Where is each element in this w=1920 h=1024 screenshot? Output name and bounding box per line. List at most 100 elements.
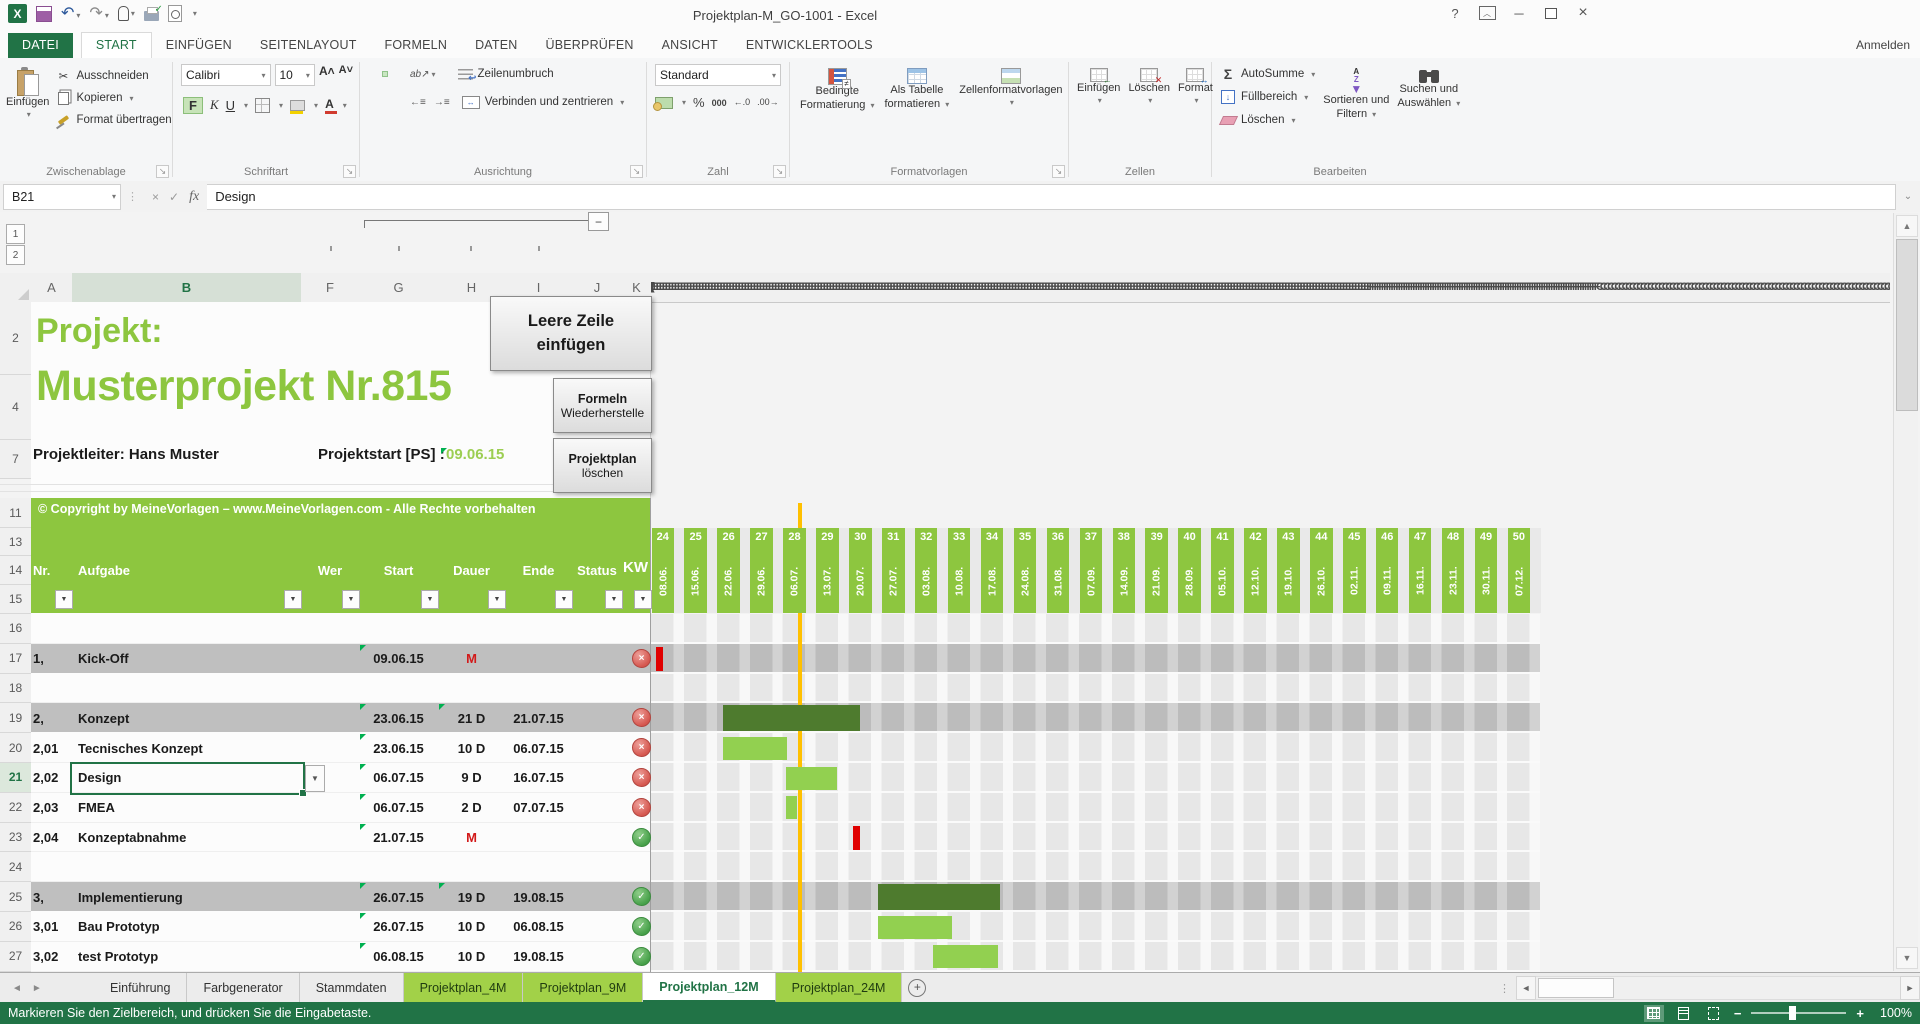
row-header-26[interactable]: 26 bbox=[0, 912, 32, 942]
cell-dauer[interactable]: 19 D bbox=[438, 882, 505, 912]
clear-button[interactable]: Löschen▾ bbox=[1220, 110, 1315, 130]
clear-plan-button[interactable]: Projektplan löschen bbox=[553, 438, 652, 493]
task-row-18[interactable] bbox=[31, 674, 651, 704]
column-header-A[interactable]: A bbox=[31, 273, 73, 303]
redo-button[interactable]: ↷▾ bbox=[89, 5, 108, 23]
cell-start[interactable]: 06.07.15 bbox=[359, 763, 438, 793]
cell-dauer[interactable]: 9 D bbox=[438, 763, 505, 793]
horizontal-scrollbar[interactable]: ◄ ► bbox=[1516, 973, 1920, 1003]
grow-font-button[interactable]: A˄ bbox=[319, 64, 335, 86]
ribbon-display-options-button[interactable]: ︿ bbox=[1475, 3, 1499, 23]
cell-nr[interactable]: 2, bbox=[33, 703, 73, 733]
minimize-button[interactable]: ─ bbox=[1507, 3, 1531, 23]
cell-ende[interactable]: 21.07.15 bbox=[505, 703, 572, 733]
sign-in-link[interactable]: Anmelden bbox=[1856, 38, 1910, 52]
merge-center-button[interactable]: ↔Verbinden und zentrieren▾ bbox=[462, 92, 625, 112]
cell-aufgabe[interactable]: FMEA bbox=[78, 793, 293, 823]
percent-style-button[interactable]: % bbox=[693, 95, 705, 110]
font-color-icon[interactable]: A bbox=[325, 97, 334, 114]
zoom-slider[interactable] bbox=[1751, 1012, 1846, 1014]
increase-decimal-button[interactable]: ←.0 bbox=[734, 98, 751, 107]
row-header-23[interactable]: 23 bbox=[0, 823, 32, 853]
cell-nr[interactable]: 2,01 bbox=[33, 733, 73, 763]
row-header-21[interactable]: 21 bbox=[0, 763, 33, 793]
cell-ende[interactable]: 06.07.15 bbox=[505, 733, 572, 763]
cut-button[interactable]: ✂Ausschneiden bbox=[55, 66, 171, 86]
status-late-icon[interactable]: × bbox=[632, 649, 651, 668]
format-cells-button[interactable]: ↔ Format▾ bbox=[1178, 62, 1213, 106]
cell-ende[interactable]: 19.08.15 bbox=[505, 942, 572, 972]
ribbon-tab-start[interactable]: START bbox=[81, 32, 152, 58]
column-header-G[interactable]: G bbox=[359, 273, 439, 303]
filter-dropdown-button[interactable]: ▼ bbox=[555, 590, 573, 609]
cell-ende[interactable]: 06.08.15 bbox=[505, 912, 572, 942]
quick-print-icon[interactable] bbox=[144, 11, 159, 21]
cell-start[interactable]: 26.07.15 bbox=[359, 912, 438, 942]
excel-logo-icon[interactable]: X bbox=[8, 4, 27, 23]
cell-aufgabe[interactable]: Bau Prototyp bbox=[78, 912, 293, 942]
ribbon-tab-einfügen[interactable]: EINFÜGEN bbox=[152, 33, 246, 58]
styles-dialog-launcher-icon[interactable]: ↘ bbox=[1052, 165, 1065, 178]
tab-scrollbar-splitter[interactable]: ⋮ bbox=[1493, 973, 1516, 1003]
task-row-24[interactable] bbox=[31, 852, 651, 882]
formula-bar-splitter[interactable]: ⋮ bbox=[121, 190, 144, 203]
cell-start[interactable]: 06.08.15 bbox=[359, 942, 438, 972]
outline-collapse-button[interactable]: − bbox=[588, 212, 609, 231]
align-right-button[interactable] bbox=[396, 99, 402, 105]
cell-aufgabe[interactable]: Kick-Off bbox=[78, 644, 293, 674]
align-top-button[interactable] bbox=[368, 71, 374, 77]
shrink-font-button[interactable]: A˅ bbox=[339, 64, 353, 86]
cell-ende[interactable]: 07.07.15 bbox=[505, 793, 572, 823]
sheet-nav-left-icon[interactable]: ◄ bbox=[12, 983, 22, 994]
accounting-format-icon[interactable] bbox=[655, 97, 673, 109]
conditional-formatting-button[interactable]: BedingteFormatierung ▾ bbox=[800, 62, 875, 113]
fill-color-icon[interactable] bbox=[290, 100, 305, 111]
cell-ende[interactable]: 16.07.15 bbox=[505, 763, 572, 793]
vertical-scrollbar[interactable]: ▲ ▼ bbox=[1893, 213, 1918, 971]
filter-dropdown-button[interactable]: ▼ bbox=[55, 590, 73, 609]
scroll-right-icon[interactable]: ► bbox=[1900, 976, 1920, 1000]
sheet-nav-right-icon[interactable]: ► bbox=[32, 983, 42, 994]
format-as-table-button[interactable]: Als Tabelleformatieren ▾ bbox=[885, 62, 950, 113]
zoom-slider-thumb[interactable] bbox=[1789, 1006, 1796, 1020]
decrease-indent-button[interactable]: ←≡ bbox=[410, 97, 426, 108]
cell-nr[interactable]: 2,02 bbox=[33, 763, 73, 793]
cell-dauer[interactable]: 10 D bbox=[438, 942, 505, 972]
insert-cells-button[interactable]: ← Einfügen▾ bbox=[1077, 62, 1120, 106]
cell-ende[interactable]: 19.08.15 bbox=[505, 882, 572, 912]
sort-filter-button[interactable]: AZ▼ Sortieren undFiltern ▾ bbox=[1323, 62, 1389, 130]
row-header-17[interactable]: 17 bbox=[0, 644, 32, 674]
cell-aufgabe[interactable]: test Prototyp bbox=[78, 942, 293, 972]
cell-aufgabe[interactable]: Tecnisches Konzept bbox=[78, 733, 293, 763]
format-painter-button[interactable]: Format übertragen bbox=[55, 110, 171, 130]
page-break-view-button[interactable] bbox=[1704, 1005, 1724, 1022]
sheet-tab-projektplan_9m[interactable]: Projektplan_9M bbox=[523, 973, 643, 1003]
borders-icon[interactable] bbox=[255, 98, 270, 113]
cell-start[interactable]: 23.06.15 bbox=[359, 703, 438, 733]
number-format-combobox[interactable]: Standard▾ bbox=[655, 64, 781, 86]
fill-button[interactable]: ↓Füllbereich▾ bbox=[1220, 87, 1315, 107]
copy-button[interactable]: Kopieren▾ bbox=[55, 88, 171, 108]
filter-dropdown-button[interactable]: ▼ bbox=[284, 590, 302, 609]
scroll-left-icon[interactable]: ◄ bbox=[1516, 976, 1536, 1000]
filter-dropdown-button[interactable]: ▼ bbox=[634, 590, 652, 609]
cell-nr[interactable]: 2,04 bbox=[33, 823, 73, 853]
expand-formula-bar-button[interactable]: ⌄ bbox=[1896, 191, 1920, 202]
cell-start[interactable]: 23.06.15 bbox=[359, 733, 438, 763]
select-all-corner[interactable] bbox=[0, 273, 32, 303]
print-preview-icon[interactable] bbox=[168, 5, 182, 22]
cell-dauer[interactable]: 10 D bbox=[438, 733, 505, 763]
decrease-decimal-button[interactable]: .00→ bbox=[757, 98, 779, 107]
vertical-scroll-thumb[interactable] bbox=[1896, 239, 1918, 411]
wrap-text-button[interactable]: Zeilenumbruch bbox=[458, 64, 554, 84]
selected-cell-B21[interactable] bbox=[70, 762, 305, 795]
bold-button[interactable]: F bbox=[183, 97, 203, 114]
number-dialog-launcher-icon[interactable]: ↘ bbox=[773, 165, 786, 178]
row-header-13[interactable]: 13 bbox=[0, 528, 32, 556]
filter-dropdown-button[interactable]: ▼ bbox=[488, 590, 506, 609]
cell-nr[interactable]: 3, bbox=[33, 882, 73, 912]
sheet-tab-projektplan_12m[interactable]: Projektplan_12M bbox=[643, 973, 775, 1003]
ribbon-tab-entwicklertools[interactable]: ENTWICKLERTOOLS bbox=[732, 33, 887, 58]
horizontal-scroll-thumb[interactable] bbox=[1538, 978, 1614, 998]
cell-aufgabe[interactable]: Konzept bbox=[78, 703, 293, 733]
